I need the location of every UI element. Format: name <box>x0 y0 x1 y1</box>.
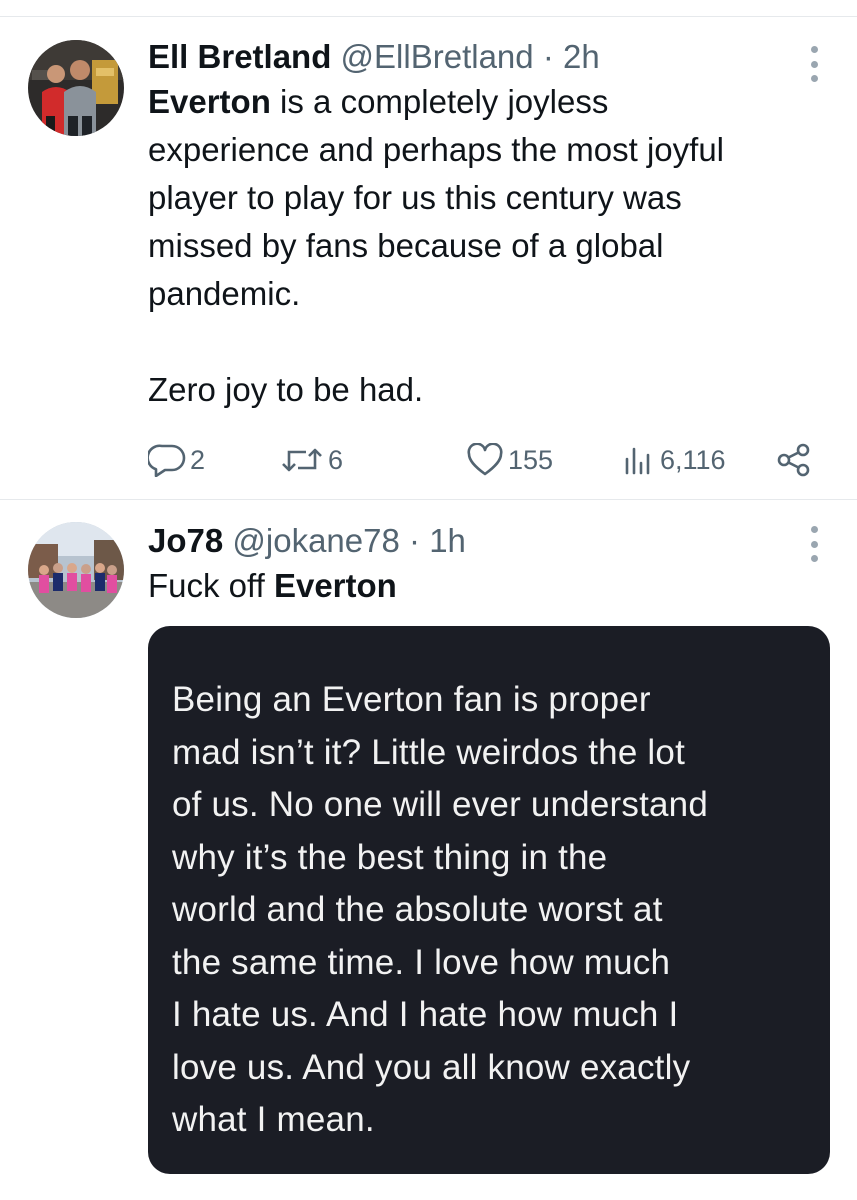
tweet-text: Everton is a completely joyless experien… <box>148 78 808 414</box>
like-count: 155 <box>508 444 554 475</box>
avatar[interactable] <box>28 522 124 618</box>
reply-count: 2 <box>190 444 206 475</box>
more-icon[interactable] <box>807 526 821 562</box>
more-icon[interactable] <box>807 46 821 82</box>
timestamp[interactable]: 2h <box>563 38 600 75</box>
avatar[interactable] <box>28 40 124 136</box>
tweet-text-bold: Everton <box>148 83 271 120</box>
retweet-icon <box>280 443 324 477</box>
like-button[interactable]: 155 <box>466 438 553 482</box>
tweet-text-body: Fuck off <box>148 567 274 604</box>
reply-button[interactable]: 2 <box>148 438 205 482</box>
tweet-header: Ell Bretland @EllBretland · 2h <box>148 36 817 78</box>
tweet[interactable]: Jo78 @jokane78 · 1h Fuck off Everton Bei… <box>0 500 857 1200</box>
separator-dot: · <box>542 38 554 75</box>
action-bar: 2 6 155 6,116 <box>148 438 828 482</box>
reply-icon <box>148 443 186 477</box>
heart-icon <box>466 443 504 477</box>
views-button[interactable]: 6,116 <box>622 438 726 482</box>
display-name[interactable]: Jo78 <box>148 522 223 559</box>
top-divider <box>0 16 857 17</box>
share-button[interactable] <box>776 438 812 482</box>
user-handle[interactable]: @EllBretland <box>341 38 534 75</box>
tweet-content: Ell Bretland @EllBretland · 2h Everton i… <box>148 36 817 414</box>
display-name[interactable]: Ell Bretland <box>148 38 331 75</box>
timestamp[interactable]: 1h <box>429 522 466 559</box>
tweet-text: Fuck off Everton <box>148 562 808 610</box>
share-icon <box>776 443 812 477</box>
retweet-count: 6 <box>328 444 344 475</box>
image-text: Being an Everton fan is proper mad isn’t… <box>172 680 708 1139</box>
user-handle[interactable]: @jokane78 <box>232 522 399 559</box>
tweet-text-bold: Everton <box>273 567 397 604</box>
separator-dot: · <box>409 522 421 559</box>
attached-image[interactable]: Being an Everton fan is proper mad isn’t… <box>148 626 830 1174</box>
tweet-text-body: is a completely joyless experience and p… <box>148 83 725 408</box>
views-icon <box>622 443 656 477</box>
tweet[interactable]: Ell Bretland @EllBretland · 2h Everton i… <box>0 18 857 498</box>
tweet-content: Jo78 @jokane78 · 1h Fuck off Everton <box>148 520 817 610</box>
tweet-header: Jo78 @jokane78 · 1h <box>148 520 817 562</box>
view-count: 6,116 <box>660 444 726 475</box>
retweet-button[interactable]: 6 <box>280 438 343 482</box>
